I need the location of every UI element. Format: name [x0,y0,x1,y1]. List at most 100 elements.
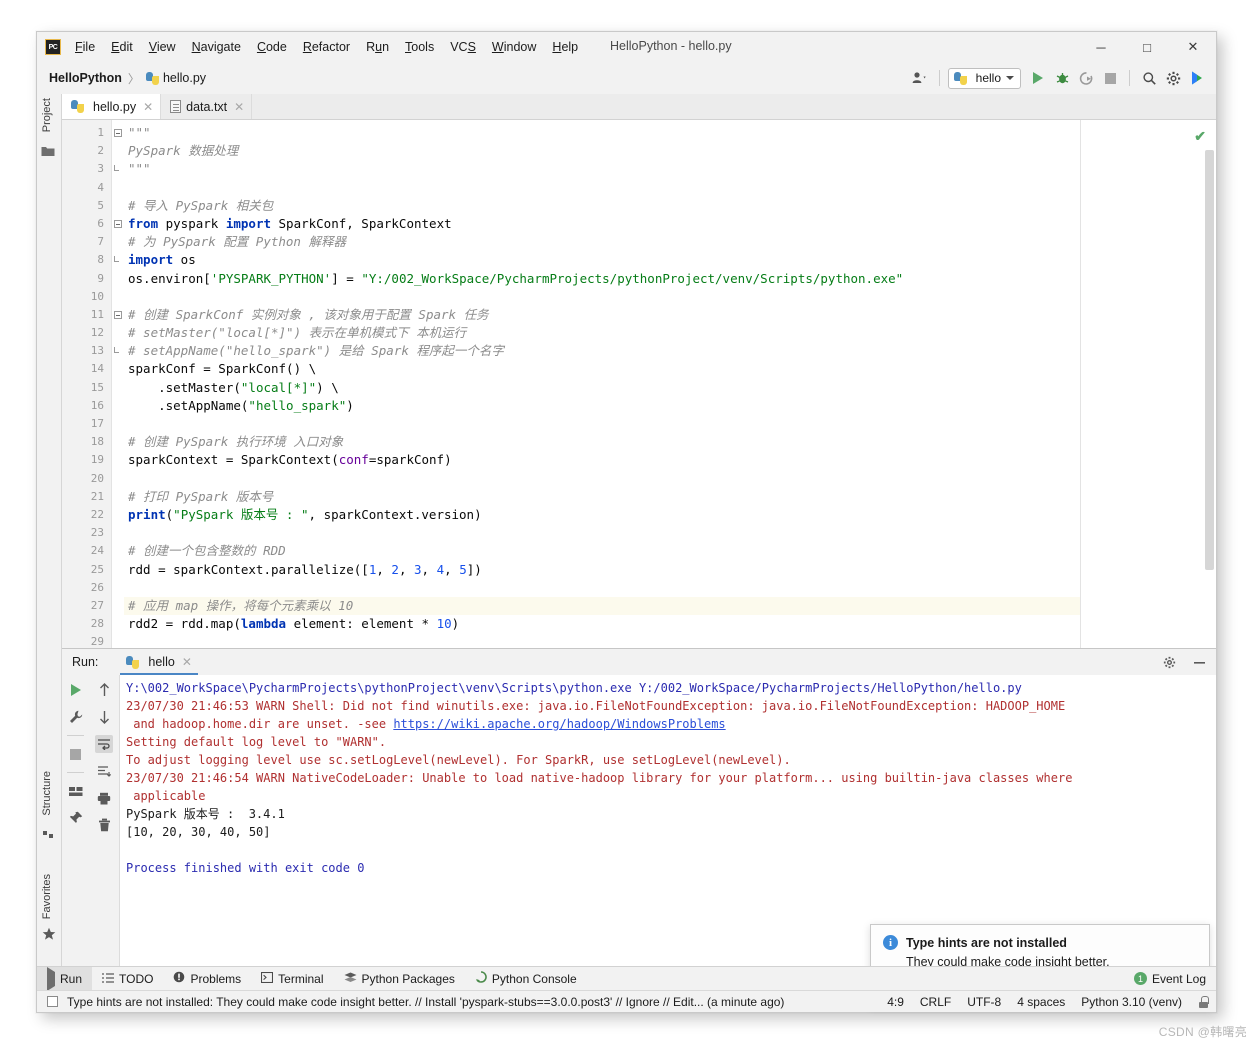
trash-icon[interactable] [95,816,113,834]
code-line[interactable]: os.environ['PYSPARK_PYTHON'] = "Y:/002_W… [124,270,1080,288]
stop-icon[interactable] [1099,67,1121,89]
indent-setting[interactable]: 4 spaces [1017,995,1065,1009]
menu-item-navigate[interactable]: Navigate [184,37,249,57]
menu-item-edit[interactable]: Edit [103,37,141,57]
code-line[interactable]: # setAppName("hello_spark") 是给 Spark 程序起… [124,342,1080,360]
console-output[interactable]: Y:\002_WorkSpace\PycharmProjects\pythonP… [120,675,1216,966]
code-line[interactable] [124,415,1080,433]
rerun-icon[interactable] [67,681,85,699]
search-icon[interactable] [1138,67,1160,89]
code-line[interactable]: # 打印 PySpark 版本号 [124,488,1080,506]
bottom-tab-problems[interactable]: Problems [163,967,251,991]
layout-icon[interactable] [67,782,85,800]
code-line[interactable]: # 应用 map 操作，将每个元素乘以 10 [124,597,1080,615]
breadcrumb-project[interactable]: HelloPython [49,71,122,85]
menu-item-refactor[interactable]: Refactor [295,37,358,57]
bottom-tab-todo[interactable]: TODO [92,967,163,991]
code-line[interactable] [124,288,1080,306]
minimize-icon[interactable]: ─ [1078,32,1124,62]
code-folding-column[interactable] [112,120,124,648]
code-line[interactable] [124,633,1080,648]
run-tab-hello[interactable]: hello ✕ [120,649,197,675]
status-message-icon[interactable] [47,996,58,1007]
run-icon[interactable] [1027,67,1049,89]
scroll-down-icon[interactable] [95,708,113,726]
editor-scrollbar[interactable] [1205,150,1214,570]
editor-tab-data-txt[interactable]: data.txt ✕ [161,94,252,119]
hide-icon[interactable] [1190,653,1208,671]
code-line[interactable]: .setMaster("local[*]") \ [124,379,1080,397]
line-separator[interactable]: CRLF [920,995,951,1009]
console-hyperlink[interactable]: https://wiki.apache.org/hadoop/WindowsPr… [393,717,725,731]
file-encoding[interactable]: UTF-8 [967,995,1001,1009]
stop-icon[interactable] [67,745,85,763]
menu-item-window[interactable]: Window [484,37,544,57]
menu-item-code[interactable]: Code [249,37,295,57]
scroll-up-icon[interactable] [95,681,113,699]
scroll-to-end-icon[interactable] [95,762,113,780]
close-tab-icon[interactable]: ✕ [234,100,244,114]
fold-marker[interactable] [114,165,119,171]
menu-item-view[interactable]: View [141,37,184,57]
code-editor[interactable]: 1234567891011121314151617181920212223242… [62,120,1216,648]
code-line[interactable]: # 创建 PySpark 执行环境 入口对象 [124,433,1080,451]
sidebar-item-favorites[interactable]: Favorites [41,874,53,924]
fold-marker[interactable] [114,311,122,319]
code-line[interactable]: # 创建一个包含整数的 RDD [124,542,1080,560]
bottom-tab-python-console[interactable]: Python Console [465,967,587,991]
code-content[interactable]: """PySpark 数据处理""" # 导入 PySpark 相关包from … [124,120,1080,648]
code-line[interactable]: rdd2 = rdd.map(lambda element: element *… [124,615,1080,633]
caret-position[interactable]: 4:9 [887,995,904,1009]
bottom-tab-python-packages[interactable]: Python Packages [334,967,465,991]
code-line[interactable] [124,470,1080,488]
code-line[interactable]: """ [124,124,1080,142]
maximize-icon[interactable]: □ [1124,32,1170,62]
menu-item-run[interactable]: Run [358,37,397,57]
code-line[interactable]: # 导入 PySpark 相关包 [124,197,1080,215]
menu-item-vcs[interactable]: VCS [442,37,484,57]
code-line[interactable]: sparkConf = SparkConf() \ [124,360,1080,378]
code-line[interactable]: rdd = sparkContext.parallelize([1, 2, 3,… [124,561,1080,579]
fold-marker[interactable] [114,220,122,228]
event-log-button[interactable]: 1 Event Log [1134,972,1206,986]
code-line[interactable] [124,179,1080,197]
debug-icon[interactable] [1051,67,1073,89]
project-folder-icon[interactable] [41,144,55,162]
sidebar-item-project[interactable]: Project [41,98,53,137]
bottom-tab-terminal[interactable]: Terminal [251,967,333,991]
code-line[interactable]: # 为 PySpark 配置 Python 解释器 [124,233,1080,251]
fold-marker[interactable] [114,347,119,353]
menu-item-tools[interactable]: Tools [397,37,442,57]
fold-marker[interactable] [114,129,122,137]
code-line[interactable]: """ [124,160,1080,178]
code-line[interactable]: .setAppName("hello_spark") [124,397,1080,415]
status-message[interactable]: Type hints are not installed: They could… [67,995,784,1009]
wrench-icon[interactable] [67,708,85,726]
code-line[interactable] [124,524,1080,542]
coverage-icon[interactable] [1075,67,1097,89]
code-line[interactable]: from pyspark import SparkConf, SparkCont… [124,215,1080,233]
close-tab-icon[interactable]: ✕ [143,100,153,114]
sidebar-item-structure[interactable]: Structure [41,771,53,821]
settings-icon[interactable] [1162,67,1184,89]
python-interpreter[interactable]: Python 3.10 (venv) [1081,995,1182,1009]
menu-item-help[interactable]: Help [544,37,586,57]
code-line[interactable]: # 创建 SparkConf 实例对象 , 该对象用于配置 Spark 任务 [124,306,1080,324]
profile-icon[interactable] [909,67,931,89]
pin-icon[interactable] [67,809,85,827]
read-only-lock-icon[interactable] [1198,996,1208,1008]
bottom-tab-run[interactable]: Run [37,967,92,991]
menu-item-file[interactable]: File [67,37,103,57]
soft-wrap-icon[interactable] [95,735,113,753]
fold-marker[interactable] [114,256,119,262]
close-run-tab-icon[interactable]: ✕ [182,655,192,669]
code-line[interactable]: PySpark 数据处理 [124,142,1080,160]
code-line[interactable]: sparkContext = SparkContext(conf=sparkCo… [124,451,1080,469]
updates-icon[interactable] [1186,67,1208,89]
run-configuration-selector[interactable]: hello [948,68,1021,89]
code-line[interactable]: print("PySpark 版本号 : ", sparkContext.ver… [124,506,1080,524]
code-line[interactable]: # setMaster("local[*]") 表示在单机模式下 本机运行 [124,324,1080,342]
breadcrumb-file[interactable]: hello.py [163,71,206,85]
print-icon[interactable] [95,789,113,807]
settings-icon[interactable] [1160,653,1178,671]
